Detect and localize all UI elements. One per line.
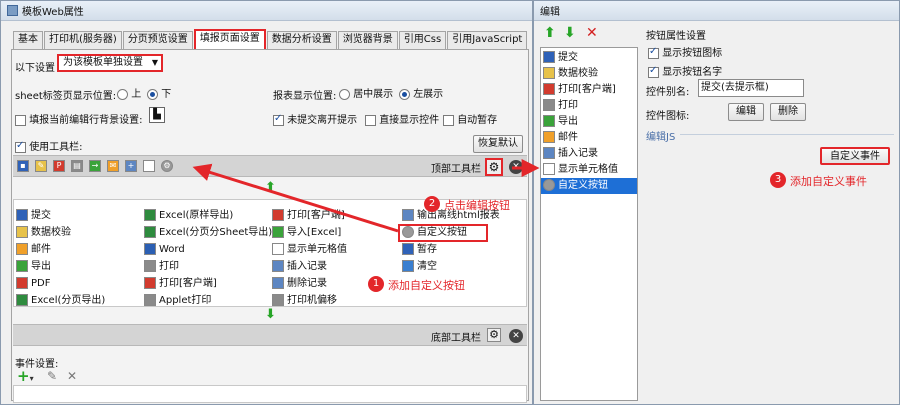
step-badge-3: 3 [770,172,786,188]
step-note-2: 点击编辑按钮 [444,199,510,212]
step-badge-1: 1 [368,276,384,292]
step-note-3: 添加自定义事件 [790,175,867,188]
step-badge-2: 2 [424,196,440,212]
arrow-custom-to-toolbar [192,163,399,233]
step-note-1: 添加自定义按钮 [388,279,465,292]
